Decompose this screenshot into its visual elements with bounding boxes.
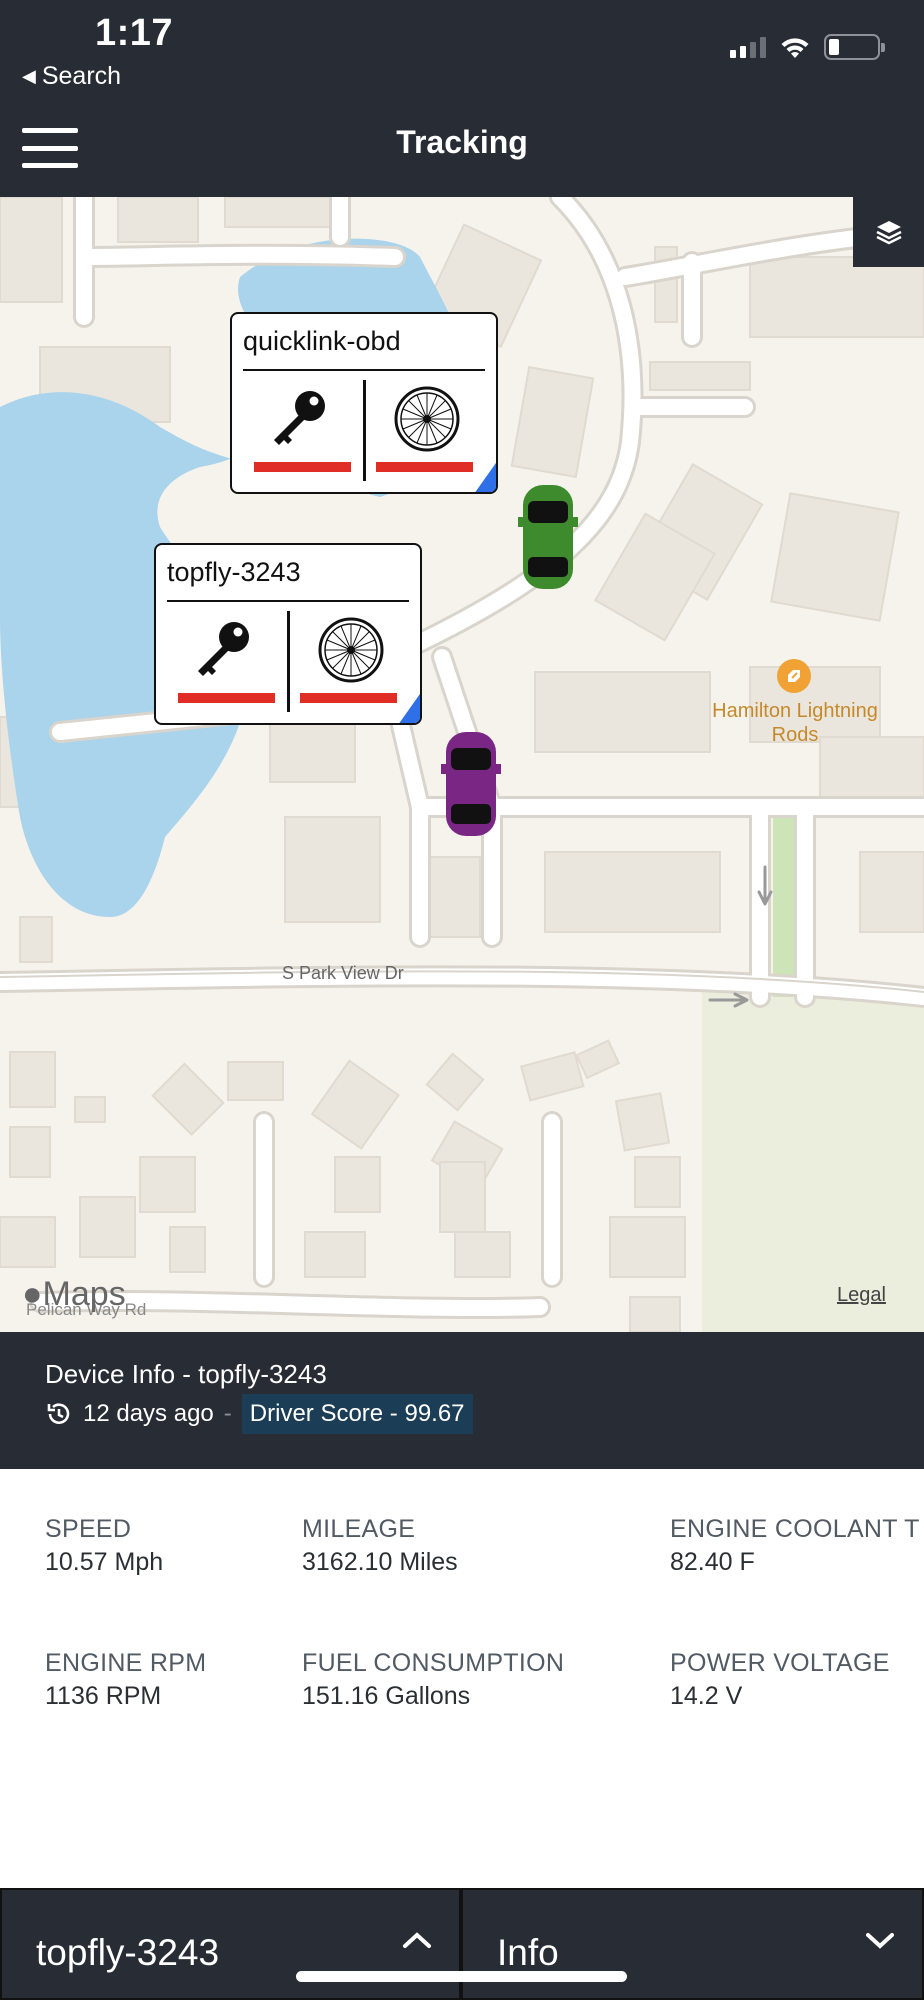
legal-link[interactable]: Legal	[837, 1284, 886, 1307]
maps-attribution: ●Maps	[22, 1275, 126, 1313]
metric-engine-coolant: ENGINE COOLANT T 82.40 F	[670, 1515, 920, 1576]
last-seen-text: 12 days ago	[83, 1400, 214, 1427]
device-card-name: quicklink-obd	[243, 326, 401, 356]
device-info-title: Device Info - topfly-3243	[45, 1359, 327, 1389]
view-selector-value: Info	[497, 1932, 559, 1973]
business-pin-icon[interactable]	[777, 659, 811, 693]
car-icon[interactable]	[518, 485, 578, 589]
key-icon	[198, 622, 249, 676]
wheel-icon	[318, 617, 384, 683]
apple-logo-icon: ●	[22, 1275, 43, 1313]
metric-power-voltage: POWER VOLTAGE 14.2 V	[670, 1649, 890, 1710]
driver-score-badge: Driver Score - 99.67	[241, 1394, 473, 1434]
history-icon	[45, 1400, 73, 1428]
device-selector[interactable]: topfly-3243	[0, 1888, 461, 2000]
status-icons	[730, 34, 885, 60]
back-arrow-icon: ◀	[22, 66, 36, 86]
cellular-signal-icon	[730, 36, 766, 58]
device-card-quicklink-obd[interactable]: quicklink-obd	[230, 312, 498, 494]
meta-separator: -	[223, 1400, 232, 1427]
layers-icon	[875, 221, 902, 245]
view-selector[interactable]: Info	[461, 1888, 924, 2000]
device-selector-value: topfly-3243	[36, 1932, 220, 1973]
device-meta: 12 days ago - Driver Score - 99.67	[45, 1394, 473, 1434]
page-title: Tracking	[396, 124, 528, 160]
street-label: S Park View Dr	[282, 963, 404, 983]
metric-mileage: MILEAGE 3162.10 Miles	[302, 1515, 458, 1576]
chevron-up-icon	[403, 1932, 431, 1948]
device-info-panel: Device Info - topfly-3243 12 days ago - …	[0, 1332, 924, 1469]
key-icon	[274, 391, 325, 445]
app-header: 1:17 ◀ Search Tracking	[0, 0, 924, 197]
tracking-map[interactable]: quicklink-obd topfly-3243 Hamilton Light…	[0, 197, 924, 1332]
chevron-down-icon	[866, 1933, 894, 1949]
home-indicator[interactable]	[296, 1971, 627, 1982]
battery-low-icon	[824, 34, 885, 60]
metric-fuel-consumption: FUEL CONSUMPTION 151.16 Gallons	[302, 1649, 565, 1710]
metric-engine-rpm: ENGINE RPM 1136 RPM	[45, 1649, 207, 1710]
metric-speed: SPEED 10.57 Mph	[45, 1515, 164, 1576]
back-to-search-link[interactable]: ◀ Search	[22, 62, 121, 91]
device-card-topfly-3243[interactable]: topfly-3243	[154, 543, 422, 725]
poi-label[interactable]: Hamilton Lightning Rods	[700, 699, 890, 747]
status-time: 1:17	[95, 12, 174, 54]
map-layers-button[interactable]	[853, 197, 924, 267]
car-icon[interactable]	[441, 732, 501, 836]
wifi-icon	[781, 38, 809, 58]
wheel-icon	[394, 386, 460, 452]
bottom-selector-bar: topfly-3243 Info	[0, 1888, 924, 2000]
device-card-name: topfly-3243	[167, 557, 301, 587]
back-label: Search	[41, 62, 122, 90]
